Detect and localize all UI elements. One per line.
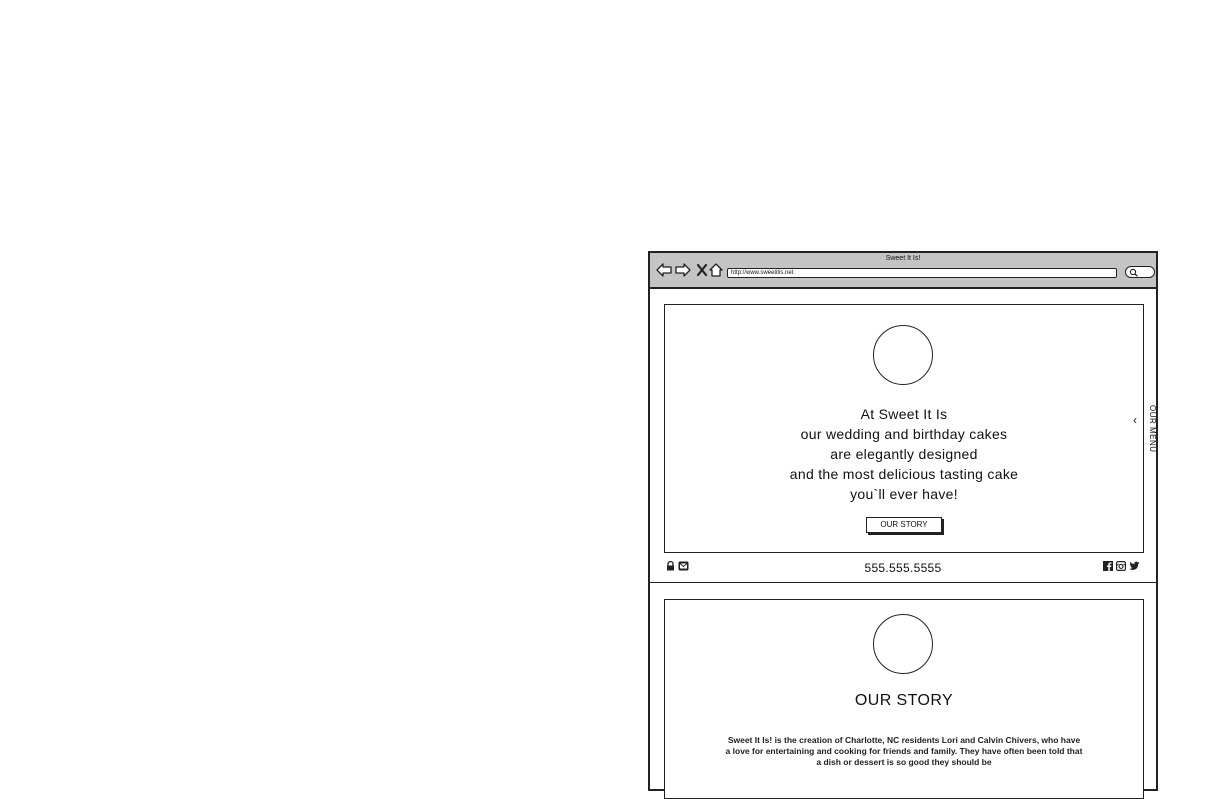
home-icon[interactable] — [708, 263, 724, 277]
story-title: OUR STORY — [854, 692, 954, 709]
story-panel: OUR STORY Sweet It Is! is the creation o… — [664, 599, 1144, 799]
facebook-icon[interactable] — [1103, 561, 1113, 571]
url-field[interactable]: http://www.sweetitis.net — [727, 268, 1117, 278]
hero-tagline: At Sweet It Is our wedding and birthday … — [665, 404, 1143, 504]
browser-toolbar: Sweet It Is! http://www.sweetitis.net — [650, 253, 1156, 289]
story-image-placeholder — [873, 614, 933, 674]
tagline-line: are elegantly designed — [830, 446, 978, 462]
back-arrow-icon[interactable] — [656, 263, 672, 277]
search-button[interactable] — [1125, 266, 1155, 278]
search-icon — [1129, 268, 1138, 277]
instagram-icon[interactable] — [1116, 561, 1126, 571]
window-title: Sweet It Is! — [885, 255, 921, 262]
phone-number: 555.555.5555 — [864, 561, 942, 575]
tagline-line: At Sweet It Is — [860, 406, 948, 422]
our-menu-tab[interactable]: ‹ OUR MENU — [1130, 395, 1160, 465]
tagline-line: our wedding and birthday cakes — [800, 426, 1008, 442]
twitter-icon[interactable] — [1129, 561, 1140, 571]
logo-placeholder — [873, 325, 933, 385]
tagline-line: you`ll ever have! — [850, 486, 958, 502]
chevron-left-icon: ‹ — [1133, 413, 1137, 427]
story-text: Sweet It Is! is the creation of Charlott… — [725, 735, 1083, 767]
browser-window: Sweet It Is! http://www.sweetitis.net At… — [648, 251, 1160, 799]
our-menu-label: OUR MENU — [1148, 405, 1157, 453]
hero-panel: At Sweet It Is our wedding and birthday … — [664, 304, 1144, 553]
our-story-button[interactable]: OUR STORY — [866, 517, 942, 533]
tagline-line: and the most delicious tasting cake — [789, 466, 1019, 482]
forward-arrow-icon[interactable] — [675, 263, 691, 277]
contact-bar: 555.555.5555 — [650, 553, 1156, 583]
